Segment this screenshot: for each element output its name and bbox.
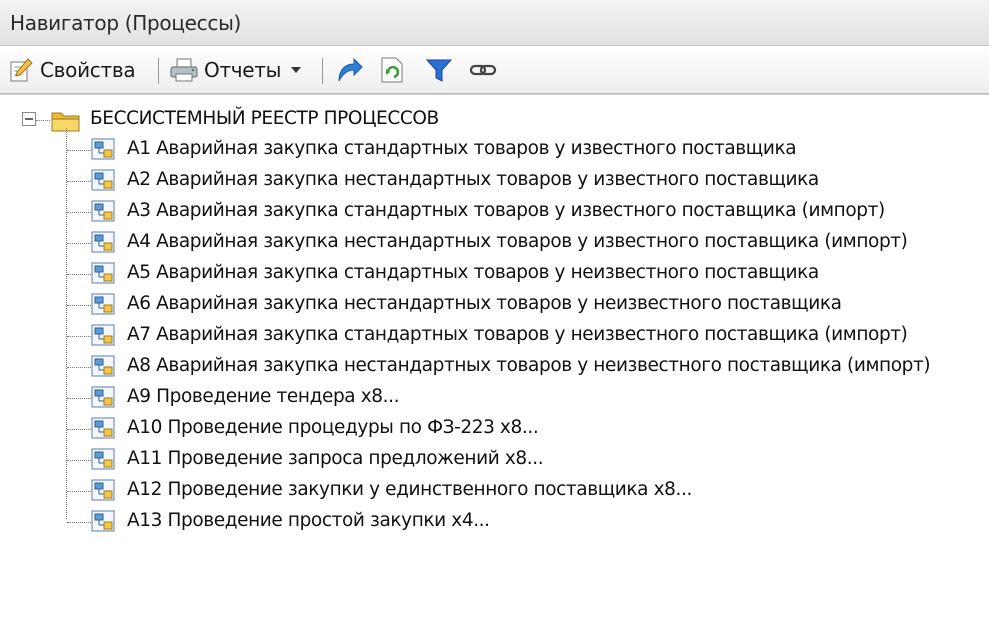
tree-connector	[36, 120, 50, 121]
filter-button[interactable]	[424, 54, 454, 86]
properties-button[interactable]: Свойства	[8, 54, 136, 86]
tree-item[interactable]: А12 Проведение закупки у единственного п…	[0, 476, 989, 506]
tree-item[interactable]: А3 Аварийная закупка стандартных товаров…	[0, 197, 989, 227]
process-icon	[91, 448, 115, 470]
tree-root-label: БЕССИСТЕМНЫЙ РЕЕСТР ПРОЦЕССОВ	[90, 108, 439, 129]
tree-item-label: А9 Проведение тендера x8...	[127, 386, 400, 407]
collapse-icon[interactable]	[22, 112, 36, 126]
tree-item-label: А13 Проведение простой закупки x4...	[127, 510, 490, 531]
refresh-document-icon	[381, 57, 403, 83]
tree-item[interactable]: А1 Аварийная закупка стандартных товаров…	[0, 135, 989, 165]
tree-item[interactable]: А5 Аварийная закупка стандартных товаров…	[0, 259, 989, 289]
tree-item-label: А8 Аварийная закупка нестандартных товар…	[127, 355, 931, 376]
process-icon	[91, 324, 115, 346]
link-icon	[469, 64, 497, 76]
tree-item-label: А1 Аварийная закупка стандартных товаров…	[127, 138, 797, 159]
tree-overflow-row	[0, 633, 989, 640]
process-icon	[91, 355, 115, 377]
tree-item[interactable]: А8 Аварийная закупка нестандартных товар…	[0, 352, 989, 382]
tree-connector	[67, 429, 91, 430]
tree-connector	[67, 212, 91, 213]
tree-item-label: А12 Проведение закупки у единственного п…	[127, 479, 692, 500]
tree-item[interactable]: А11 Проведение запроса предложений x8...	[0, 445, 989, 475]
process-icon	[91, 231, 115, 253]
properties-icon	[10, 58, 33, 82]
tree-item-label: А10 Проведение процедуры по ФЗ-223 x8...	[127, 417, 539, 438]
properties-label: Свойства	[40, 58, 136, 82]
reports-label: Отчеты	[204, 58, 282, 82]
printer-icon	[170, 58, 198, 82]
process-icon	[91, 293, 115, 315]
process-tree: БЕССИСТЕМНЫЙ РЕЕСТР ПРОЦЕССОВ А1 Аварийн…	[0, 94, 989, 546]
tree-item-label: А3 Аварийная закупка стандартных товаров…	[127, 200, 885, 221]
toolbar: Свойства Отчеты	[0, 46, 989, 94]
tree-connector	[67, 367, 91, 368]
tree-item[interactable]: А4 Аварийная закупка нестандартных товар…	[0, 228, 989, 258]
tree-connector	[67, 460, 91, 461]
tree-item-label: А7 Аварийная закупка стандартных товаров…	[127, 324, 908, 345]
tree-item-label: А2 Аварийная закупка нестандартных товар…	[127, 169, 819, 190]
process-icon	[91, 510, 115, 532]
tree-root-node[interactable]: БЕССИСТЕМНЫЙ РЕЕСТР ПРОЦЕССОВ	[0, 105, 989, 135]
process-icon	[91, 200, 115, 222]
tree-connector	[67, 398, 91, 399]
redo-arrow-icon	[338, 57, 363, 82]
tree-item-label: А11 Проведение запроса предложений x8...	[127, 448, 544, 469]
tree-item-label: А5 Аварийная закупка стандартных товаров…	[127, 262, 819, 283]
link-button[interactable]	[468, 54, 498, 86]
process-icon	[91, 169, 115, 191]
tree-item[interactable]: А7 Аварийная закупка стандартных товаров…	[0, 321, 989, 351]
tree-connector	[67, 243, 91, 244]
tree-connector	[67, 305, 91, 306]
toolbar-separator	[158, 58, 159, 84]
tree-item[interactable]: А6 Аварийная закупка нестандартных товар…	[0, 290, 989, 320]
dropdown-arrow-icon[interactable]	[289, 65, 303, 75]
panel-title-bar: Навигатор (Процессы)	[0, 0, 989, 46]
process-icon	[91, 262, 115, 284]
tree-item-label: А6 Аварийная закупка нестандартных товар…	[127, 293, 842, 314]
tree-connector	[67, 181, 91, 182]
process-icon	[91, 386, 115, 408]
process-icon	[91, 479, 115, 501]
panel-title: Навигатор (Процессы)	[10, 11, 242, 35]
tree-item[interactable]: А9 Проведение тендера x8...	[0, 383, 989, 413]
process-icon	[91, 417, 115, 439]
tree-connector	[67, 336, 91, 337]
tree-connector	[67, 150, 91, 151]
toolbar-separator	[322, 58, 323, 84]
redo-button[interactable]	[334, 54, 364, 86]
refresh-button[interactable]	[378, 54, 406, 86]
tree-connector	[67, 491, 91, 492]
filter-icon	[425, 59, 453, 82]
tree-item[interactable]: А2 Аварийная закупка нестандартных товар…	[0, 166, 989, 196]
tree-item[interactable]: А10 Проведение процедуры по ФЗ-223 x8...	[0, 414, 989, 444]
tree-item[interactable]: А13 Проведение простой закупки x4...	[0, 507, 989, 537]
tree-item-label: А4 Аварийная закупка нестандартных товар…	[127, 231, 908, 252]
process-icon	[91, 138, 115, 160]
tree-connector	[67, 522, 91, 523]
tree-connector	[67, 274, 91, 275]
reports-button[interactable]: Отчеты	[168, 54, 303, 86]
